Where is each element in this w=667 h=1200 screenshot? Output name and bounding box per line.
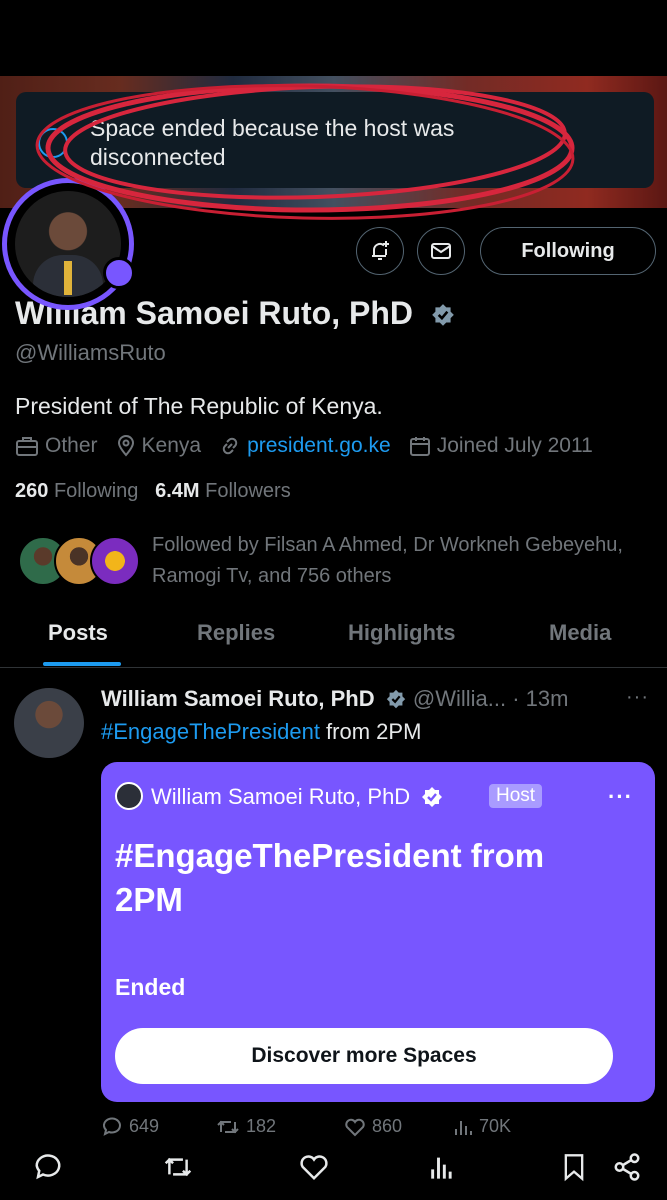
repost-stat[interactable]: 182: [216, 1116, 276, 1137]
space-more-icon[interactable]: ···: [608, 784, 633, 810]
post-timestamp: · 13m: [512, 686, 569, 711]
calendar-icon: [409, 437, 430, 456]
profile-handle: @WilliamsRuto: [15, 340, 166, 365]
space-host-name: William Samoei Ruto, PhD: [151, 784, 444, 810]
space-title: #EngageThePresident from 2PM: [115, 837, 545, 918]
link-icon: [222, 437, 238, 455]
profile-bio: President of The Republic of Kenya.: [15, 393, 383, 419]
profile-tabs: Posts Replies Highlights Media: [0, 612, 667, 668]
post-header: William Samoei Ruto, PhD @Willia... · 13…: [101, 686, 568, 712]
tab-posts[interactable]: Posts: [48, 620, 108, 646]
briefcase-icon: [16, 437, 38, 456]
following-count[interactable]: 260 Following: [15, 480, 138, 502]
space-host-avatar: [115, 782, 143, 810]
views-stat[interactable]: 70K: [453, 1116, 511, 1137]
location-icon: [117, 435, 134, 457]
tab-highlights[interactable]: Highlights: [348, 620, 456, 646]
notification-plus-icon: [372, 241, 389, 260]
repost-icon[interactable]: [162, 1152, 194, 1182]
post-author-name[interactable]: William Samoei Ruto, PhD: [101, 686, 375, 711]
space-card[interactable]: William Samoei Ruto, PhD Host ··· #Engag…: [101, 762, 655, 1102]
reply-icon: [103, 1117, 121, 1136]
follow-counts: 260 Following 6.4M Followers: [15, 480, 291, 503]
message-button[interactable]: [417, 227, 465, 275]
like-stat[interactable]: 860: [344, 1116, 402, 1137]
notification-subscribe-button[interactable]: [356, 227, 404, 275]
verified-badge-icon: [432, 303, 454, 326]
tab-replies[interactable]: Replies: [197, 620, 275, 646]
profile-avatar[interactable]: [2, 178, 135, 310]
share-icon[interactable]: [612, 1152, 642, 1182]
like-icon: [345, 1118, 365, 1136]
mutual-avatar: [90, 536, 140, 586]
repost-icon: [217, 1120, 239, 1133]
toast-message: Space ended because the host was disconn…: [90, 115, 455, 170]
mutual-followers-avatars[interactable]: [18, 536, 140, 590]
joined-item: Joined July 2011: [409, 434, 593, 458]
toast-info-icon: [38, 128, 68, 158]
followers-count[interactable]: 6.4M Followers: [155, 480, 291, 502]
post-more-icon[interactable]: ···: [626, 686, 649, 709]
discover-spaces-button[interactable]: Discover more Spaces: [115, 1028, 613, 1084]
host-badge: Host: [489, 784, 543, 808]
reply-stat[interactable]: 649: [101, 1116, 159, 1137]
location-item: Kenya: [116, 434, 201, 458]
bookmark-icon[interactable]: [560, 1152, 588, 1182]
post-action-bar: [0, 1140, 667, 1200]
tab-media[interactable]: Media: [549, 620, 611, 646]
views-icon[interactable]: [428, 1152, 456, 1182]
like-icon[interactable]: [299, 1152, 329, 1182]
post-text: #EngageThePresident from 2PM: [101, 719, 422, 744]
post-hashtag[interactable]: #EngageThePresident: [101, 719, 320, 744]
category-item: Other: [15, 434, 98, 458]
post-author-avatar[interactable]: [14, 688, 84, 758]
post-author-handle: @Willia...: [412, 686, 507, 711]
verified-badge-icon: [386, 690, 405, 709]
space-status: Ended: [115, 974, 186, 1000]
verified-badge-icon: [422, 787, 443, 808]
mutual-followers-text[interactable]: Followed by Filsan A Ahmed, Dr Workneh G…: [152, 530, 632, 592]
website-item[interactable]: president.go.ke: [219, 434, 391, 458]
mail-icon: [431, 243, 451, 259]
following-button[interactable]: Following: [480, 227, 656, 275]
spaces-badge-icon: [103, 257, 135, 289]
reply-icon[interactable]: [33, 1152, 63, 1182]
profile-meta: Other Kenya president.go.ke Joined July …: [15, 434, 593, 458]
active-tab-indicator: [43, 662, 121, 666]
views-icon: [455, 1120, 472, 1135]
